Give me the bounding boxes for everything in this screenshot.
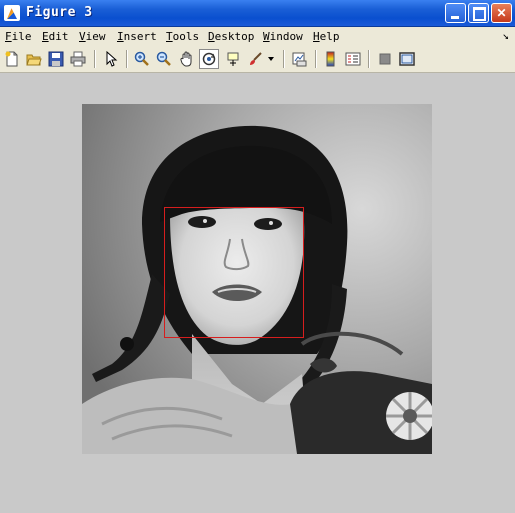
zoom-out-button[interactable] (154, 49, 174, 69)
menu-desktop[interactable]: Desktop (208, 30, 254, 43)
window-title: Figure 3 (26, 5, 93, 20)
open-file-button[interactable] (24, 49, 44, 69)
hide-plot-tools-button[interactable] (375, 49, 395, 69)
toolbar-separator (315, 50, 316, 68)
print-icon (70, 51, 86, 67)
maximize-icon (473, 7, 486, 21)
pan-button[interactable] (177, 49, 197, 69)
new-figure-button[interactable] (2, 49, 22, 69)
title-bar: Figure 3 ✕ (0, 0, 515, 27)
insert-colorbar-button[interactable] (321, 49, 341, 69)
minimize-icon (451, 16, 459, 19)
dock-figure-icon[interactable]: ↘ (502, 29, 509, 42)
minimize-button[interactable] (445, 3, 466, 23)
rotate-3d-button[interactable] (199, 49, 219, 69)
matlab-logo-icon (4, 5, 20, 21)
legend-icon (345, 52, 361, 66)
pointer-icon (106, 51, 118, 67)
show-plot-tools-button[interactable] (397, 49, 417, 69)
face-detection-box (164, 207, 304, 338)
menu-window[interactable]: Window (263, 30, 303, 43)
figure-toolbar (0, 46, 515, 73)
hide-plot-tools-icon (379, 53, 391, 65)
toolbar-separator (126, 50, 127, 68)
save-icon (48, 51, 64, 67)
zoom-in-icon (134, 51, 149, 66)
braid-tie (120, 337, 134, 351)
menu-edit[interactable]: Edit (42, 30, 69, 43)
menu-tools[interactable]: Tools (166, 30, 199, 43)
menu-bar: File Edit View Insert Tools Desktop Wind… (0, 27, 515, 46)
toolbar-separator (94, 50, 95, 68)
select-pointer-button[interactable] (101, 49, 121, 69)
menu-view[interactable]: View (79, 30, 106, 43)
pan-hand-icon (180, 51, 192, 67)
data-cursor-icon (227, 52, 239, 66)
new-figure-icon (5, 51, 18, 67)
dropdown-arrow-icon (268, 57, 274, 61)
open-file-icon (26, 54, 42, 66)
link-plot-button[interactable] (289, 49, 309, 69)
zoom-in-button[interactable] (132, 49, 152, 69)
close-icon: ✕ (496, 6, 507, 20)
colorbar-icon (326, 51, 335, 67)
rotate-3d-icon (202, 52, 216, 66)
brush-icon (250, 52, 262, 65)
badge-center (403, 409, 417, 423)
toolbar-separator (283, 50, 284, 68)
close-button[interactable]: ✕ (491, 3, 512, 23)
menu-help[interactable]: Help (313, 30, 340, 43)
zoom-out-icon (156, 51, 171, 66)
link-plot-icon (292, 52, 307, 67)
brush-dropdown-button[interactable] (265, 49, 277, 69)
menu-file[interactable]: File (5, 30, 32, 43)
save-button[interactable] (46, 49, 66, 69)
show-plot-tools-icon (399, 52, 415, 66)
insert-legend-button[interactable] (343, 49, 363, 69)
menu-insert[interactable]: Insert (117, 30, 157, 43)
data-cursor-button[interactable] (223, 49, 243, 69)
print-button[interactable] (68, 49, 88, 69)
toolbar-separator (368, 50, 369, 68)
maximize-button[interactable] (468, 3, 489, 23)
brush-button[interactable] (245, 49, 265, 69)
